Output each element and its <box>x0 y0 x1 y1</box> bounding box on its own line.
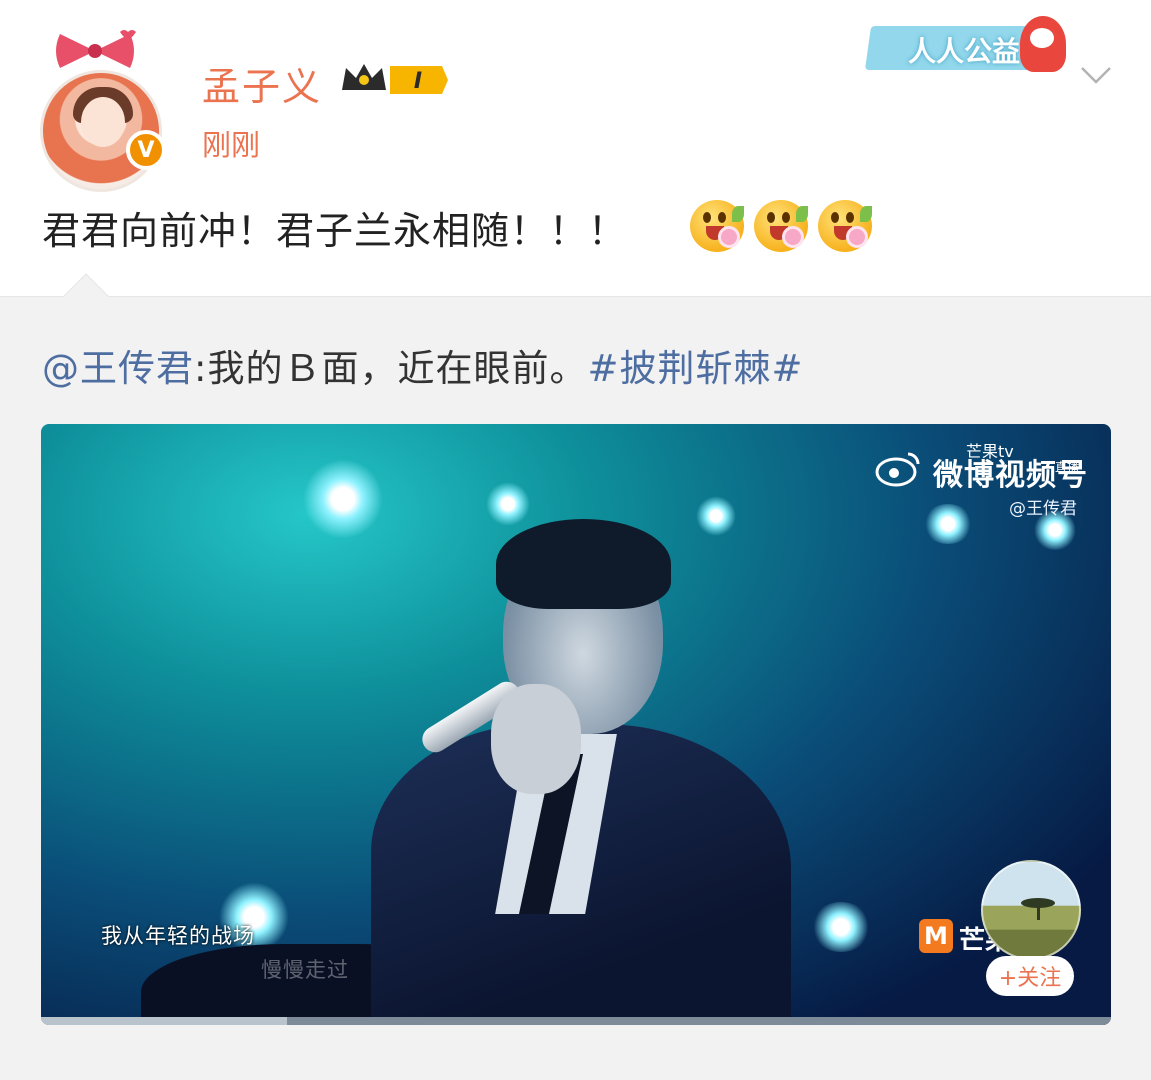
performer-hair <box>496 519 671 609</box>
post-content: 君君向前冲！君子兰永相随！！！ <box>42 209 628 253</box>
post-card: V 孟子义 I 刚刚 人人公益 君君向前冲！君子兰永相随！！！ <box>0 0 1151 296</box>
stage-light <box>486 482 530 526</box>
follow-avatar[interactable] <box>981 860 1081 960</box>
post-time: 刚刚 <box>202 128 261 162</box>
repost-body: :我的Ｂ面，近在眼前。 <box>194 347 588 390</box>
avatar-face <box>81 97 125 147</box>
hashtag-link[interactable]: #披荆斩棘# <box>587 347 803 390</box>
verified-badge: V <box>126 130 166 170</box>
repost-text: @王传君:我的Ｂ面，近在眼前。#披荆斩棘# <box>42 338 803 392</box>
weibo-logo-icon <box>875 452 920 487</box>
follow-button[interactable]: +关注 <box>986 956 1074 996</box>
charity-badge[interactable]: 人人公益 <box>864 14 1068 74</box>
flower-smile-emoji-icon <box>818 200 872 252</box>
performer-hand <box>491 684 581 794</box>
username[interactable]: 孟子义 <box>202 56 322 111</box>
video-subtitle: 我从年轻的战场 <box>101 924 255 948</box>
emoji-row <box>690 200 872 252</box>
mango-tv-logo-icon: M <box>919 919 953 953</box>
vip-crown-badge[interactable]: I <box>338 60 450 100</box>
repost-mention-link[interactable]: @王传君 <box>42 347 194 390</box>
watermark-live: 直播 <box>1055 460 1080 474</box>
bow-icon <box>56 30 136 68</box>
flower-smile-emoji-icon <box>754 200 808 252</box>
stage-light <box>811 902 871 952</box>
charity-mascot-icon <box>1020 16 1066 72</box>
charity-badge-label: 人人公益 <box>908 35 1021 68</box>
stage-light <box>696 496 736 536</box>
video-subtitle-faded: 慢慢走过 <box>261 958 349 982</box>
progress-fill <box>41 1017 288 1025</box>
vip-level: I <box>414 69 422 94</box>
stage-light <box>923 504 973 544</box>
tree-trunk <box>1037 906 1040 920</box>
video-player[interactable]: 芒果tv 微博视频号 直播 @王传君 我从年轻的战场 慢慢走过 M 芒果 +关注 <box>41 424 1111 1025</box>
chevron-down-icon[interactable] <box>1078 60 1114 90</box>
watermark-handle: @王传君 <box>1009 499 1077 519</box>
flower-smile-emoji-icon <box>690 200 744 252</box>
stage-light <box>303 459 383 539</box>
